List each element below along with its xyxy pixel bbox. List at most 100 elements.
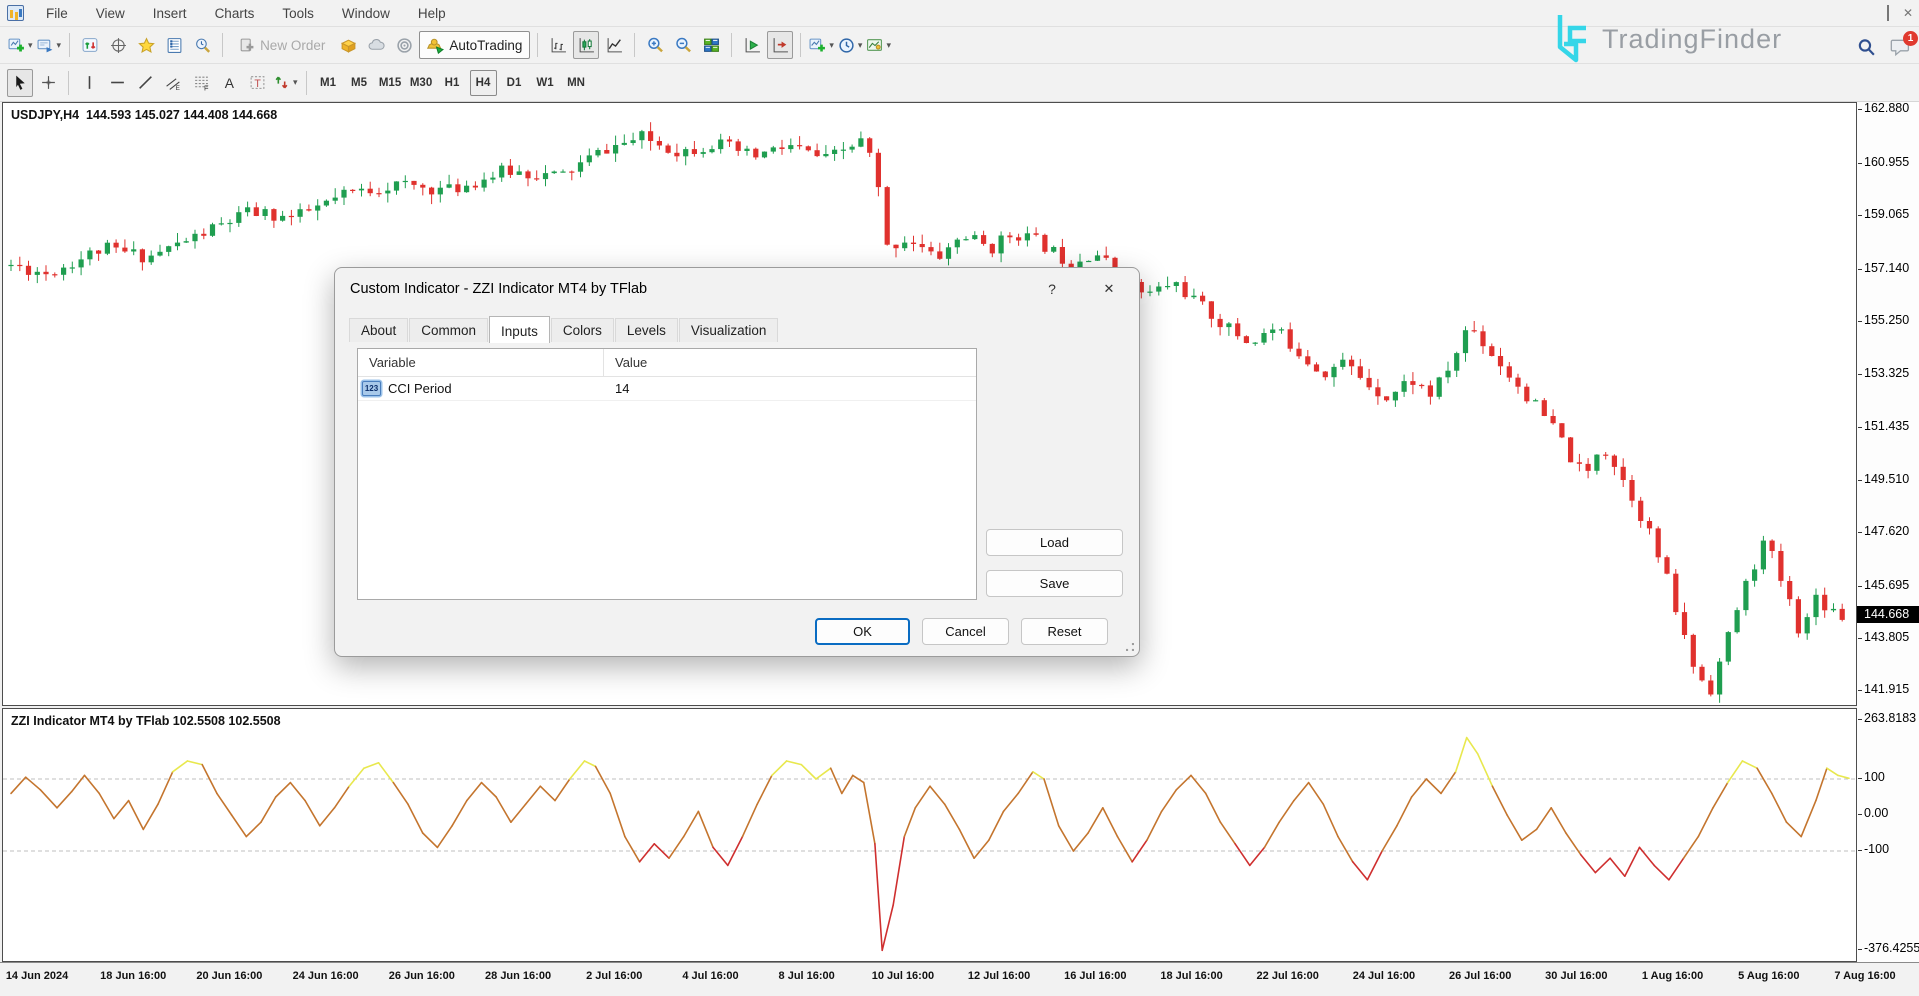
time-axis-label: 14 Jun 2024	[6, 970, 68, 982]
text-button[interactable]: A	[216, 69, 242, 97]
zoom-in-button[interactable]	[642, 31, 668, 59]
cursor-button[interactable]	[7, 69, 33, 97]
auto-scroll-button[interactable]	[739, 31, 765, 59]
bar-chart-mode-button[interactable]	[545, 31, 571, 59]
help-icon[interactable]: ?	[1040, 277, 1064, 301]
crosshair-icon	[110, 37, 127, 54]
variable-cell[interactable]: 123CCI Period	[358, 381, 604, 396]
line-chart-mode-button[interactable]	[601, 31, 627, 59]
favorites-star-icon	[138, 37, 155, 54]
crosshair-window-button[interactable]	[105, 31, 131, 59]
indicator-title: ZZI Indicator MT4 by TFlab 102.5508 102.…	[11, 714, 281, 728]
autotrading-button[interactable]: AutoTrading	[419, 31, 530, 59]
chevron-down-icon[interactable]: ▾	[57, 40, 62, 51]
signals-button[interactable]	[391, 31, 417, 59]
timeframe-m5[interactable]: M5	[346, 70, 373, 96]
zoom-out-button[interactable]	[670, 31, 696, 59]
reset-button[interactable]: Reset	[1021, 618, 1108, 645]
fibonacci-button[interactable]: F	[188, 69, 214, 97]
timeframe-m15[interactable]: M15	[377, 70, 404, 96]
chart-shift-button[interactable]	[767, 31, 793, 59]
tab-common[interactable]: Common	[409, 318, 488, 342]
mql-community-button[interactable]	[363, 31, 389, 59]
tab-colors[interactable]: Colors	[551, 318, 614, 342]
hline-icon	[109, 74, 126, 91]
price-tick-label: 162.880	[1864, 101, 1909, 115]
search-icon[interactable]	[1857, 38, 1876, 62]
timeframe-mn[interactable]: MN	[563, 70, 590, 96]
tile-windows-button[interactable]	[698, 31, 724, 59]
menu-item-tools[interactable]: Tools	[268, 0, 328, 27]
timeframe-w1[interactable]: W1	[532, 70, 559, 96]
restore-button[interactable]	[1887, 5, 1889, 21]
ok-button[interactable]: OK	[815, 618, 910, 645]
equidistant-channel-button[interactable]: E	[160, 69, 186, 97]
menu-item-insert[interactable]: Insert	[139, 0, 201, 27]
svg-text:A: A	[224, 75, 234, 91]
indicators-button[interactable]: ▾	[808, 31, 835, 59]
vertical-line-button[interactable]	[76, 69, 102, 97]
chevron-down-icon[interactable]: ▾	[829, 40, 834, 51]
load-button[interactable]: Load	[986, 529, 1123, 556]
menu-item-view[interactable]: View	[82, 0, 139, 27]
new-order-button[interactable]: New Order	[230, 31, 333, 59]
expert-advisors-button[interactable]	[335, 31, 361, 59]
current-price-tag: 144.668	[1857, 606, 1919, 623]
menu-item-help[interactable]: Help	[404, 0, 460, 27]
timeframe-h4[interactable]: H4	[470, 70, 497, 96]
indicator-tick-label: -376.4255	[1864, 941, 1919, 955]
cancel-button[interactable]: Cancel	[922, 618, 1009, 645]
tab-inputs[interactable]: Inputs	[489, 316, 550, 343]
new-chart-button[interactable]: ▾	[7, 31, 34, 59]
periods-icon	[838, 37, 855, 54]
timeframe-d1[interactable]: D1	[501, 70, 528, 96]
close-button[interactable]: ✕	[1903, 5, 1913, 21]
numeric-type-icon: 123	[362, 381, 381, 396]
tab-levels[interactable]: Levels	[615, 318, 678, 342]
save-button[interactable]: Save	[986, 570, 1123, 597]
profiles-button[interactable]: ▾	[36, 31, 63, 59]
chevron-down-icon[interactable]: ▾	[28, 40, 33, 51]
notifications-chat-icon[interactable]: 1	[1890, 38, 1911, 62]
toolbar-separator	[800, 33, 801, 57]
chevron-down-icon[interactable]: ▾	[886, 40, 891, 51]
templates-button[interactable]: ▾	[865, 31, 892, 59]
menu-item-charts[interactable]: Charts	[201, 0, 269, 27]
svg-text:F: F	[203, 83, 208, 91]
candlestick-mode-button[interactable]	[573, 31, 599, 59]
trendline-button[interactable]	[132, 69, 158, 97]
timeframe-m30[interactable]: M30	[408, 70, 435, 96]
tab-visualization[interactable]: Visualization	[679, 318, 779, 342]
timeframe-h1[interactable]: H1	[439, 70, 466, 96]
tab-about[interactable]: About	[349, 318, 408, 342]
periods-button[interactable]: ▾	[837, 31, 864, 59]
chevron-down-icon[interactable]: ▾	[293, 77, 298, 88]
timeframe-m1[interactable]: M1	[315, 70, 342, 96]
market-watch-button[interactable]	[77, 31, 103, 59]
menu-item-window[interactable]: Window	[328, 0, 404, 27]
favorites-button[interactable]	[133, 31, 159, 59]
close-icon[interactable]: ✕	[1095, 277, 1123, 301]
dialog-tabs: AboutCommonInputsColorsLevelsVisualizati…	[349, 312, 779, 342]
brand-logo: TradingFinder	[1552, 8, 1802, 70]
zoom-out-icon	[675, 37, 692, 54]
arrows-button[interactable]: ▾	[272, 69, 299, 97]
text-label-button[interactable]: T	[244, 69, 270, 97]
data-window-button[interactable]	[161, 31, 187, 59]
value-cell[interactable]: 14	[604, 381, 629, 396]
chevron-down-icon[interactable]: ▾	[858, 40, 863, 51]
input-row[interactable]: 123CCI Period14	[358, 377, 976, 401]
indicator-panel[interactable]: ZZI Indicator MT4 by TFlab 102.5508 102.…	[2, 708, 1857, 962]
strategy-tester-button[interactable]	[189, 31, 215, 59]
autotrading-icon	[427, 37, 444, 54]
horizontal-line-button[interactable]	[104, 69, 130, 97]
menu-item-file[interactable]: File	[32, 0, 82, 27]
inputs-table-header: Variable Value	[358, 349, 976, 377]
vline-icon	[81, 74, 98, 91]
time-axis-label: 22 Jul 16:00	[1257, 970, 1319, 982]
variable-column-header: Variable	[358, 349, 604, 376]
candlestick-icon	[578, 37, 595, 54]
time-axis-label: 26 Jul 16:00	[1449, 970, 1511, 982]
resize-grip[interactable]	[1126, 643, 1134, 651]
crosshair-button[interactable]	[35, 69, 61, 97]
